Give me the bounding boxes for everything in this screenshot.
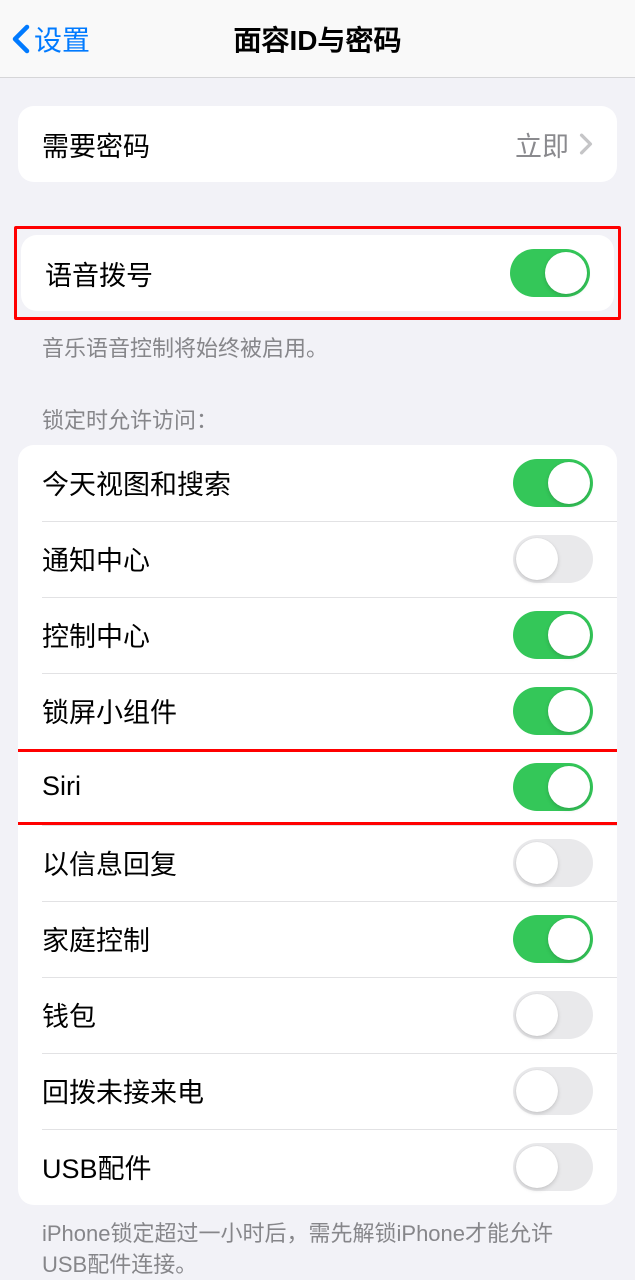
require-passcode-value: 立即: [515, 125, 569, 164]
locked-access-toggle[interactable]: [513, 535, 593, 583]
locked-access-row: 回拨未接来电: [18, 1053, 617, 1129]
voice-dial-footer: 音乐语音控制将始终被启用。: [18, 320, 617, 365]
locked-access-label: 钱包: [42, 995, 96, 1034]
locked-access-row: 通知中心: [18, 521, 617, 597]
locked-access-row: USB配件: [18, 1129, 617, 1205]
locked-access-toggle[interactable]: [513, 611, 593, 659]
locked-access-row: 家庭控制: [18, 901, 617, 977]
locked-access-toggle[interactable]: [513, 839, 593, 887]
voice-dial-toggle[interactable]: [510, 249, 590, 297]
locked-access-row: Siri: [18, 749, 617, 825]
locked-access-header: 锁定时允许访问：: [18, 403, 617, 445]
locked-access-toggle[interactable]: [513, 687, 593, 735]
locked-access-label: 锁屏小组件: [42, 691, 177, 730]
locked-access-label: 回拨未接来电: [42, 1071, 204, 1110]
locked-access-row: 控制中心: [18, 597, 617, 673]
page-title: 面容ID与密码: [233, 19, 401, 59]
locked-access-toggle[interactable]: [513, 991, 593, 1039]
require-passcode-label: 需要密码: [42, 125, 150, 164]
locked-access-toggle[interactable]: [513, 915, 593, 963]
voice-dial-label: 语音拨号: [45, 254, 153, 293]
locked-access-toggle[interactable]: [513, 1143, 593, 1191]
voice-dial-highlight: 语音拨号: [14, 226, 621, 320]
locked-access-row: 锁屏小组件: [18, 673, 617, 749]
navigation-bar: 设置 面容ID与密码: [0, 0, 635, 78]
locked-access-label: 控制中心: [42, 615, 150, 654]
locked-access-row: 钱包: [18, 977, 617, 1053]
chevron-right-icon: [579, 133, 593, 155]
require-passcode-row[interactable]: 需要密码 立即: [18, 106, 617, 182]
locked-access-list: 今天视图和搜索通知中心控制中心锁屏小组件 Siri 以信息回复家庭控制钱包回拨未接来…: [18, 445, 617, 1205]
locked-access-row: 以信息回复: [18, 825, 617, 901]
back-label: 设置: [34, 19, 90, 59]
chevron-left-icon: [12, 24, 30, 54]
locked-access-row: 今天视图和搜索: [18, 445, 617, 521]
locked-access-toggle[interactable]: [513, 763, 593, 811]
locked-access-label: 家庭控制: [42, 919, 150, 958]
locked-access-toggle[interactable]: [513, 1067, 593, 1115]
locked-access-label: 通知中心: [42, 539, 150, 578]
back-button[interactable]: 设置: [12, 19, 90, 59]
locked-access-label: 今天视图和搜索: [42, 463, 231, 502]
locked-access-label: USB配件: [42, 1147, 152, 1186]
locked-access-label: Siri: [42, 771, 81, 802]
locked-access-label: 以信息回复: [42, 843, 177, 882]
locked-access-toggle[interactable]: [513, 459, 593, 507]
locked-access-footer: iPhone锁定超过一小时后，需先解锁iPhone才能允许USB配件连接。: [18, 1205, 617, 1280]
voice-dial-row: 语音拨号: [21, 235, 614, 311]
